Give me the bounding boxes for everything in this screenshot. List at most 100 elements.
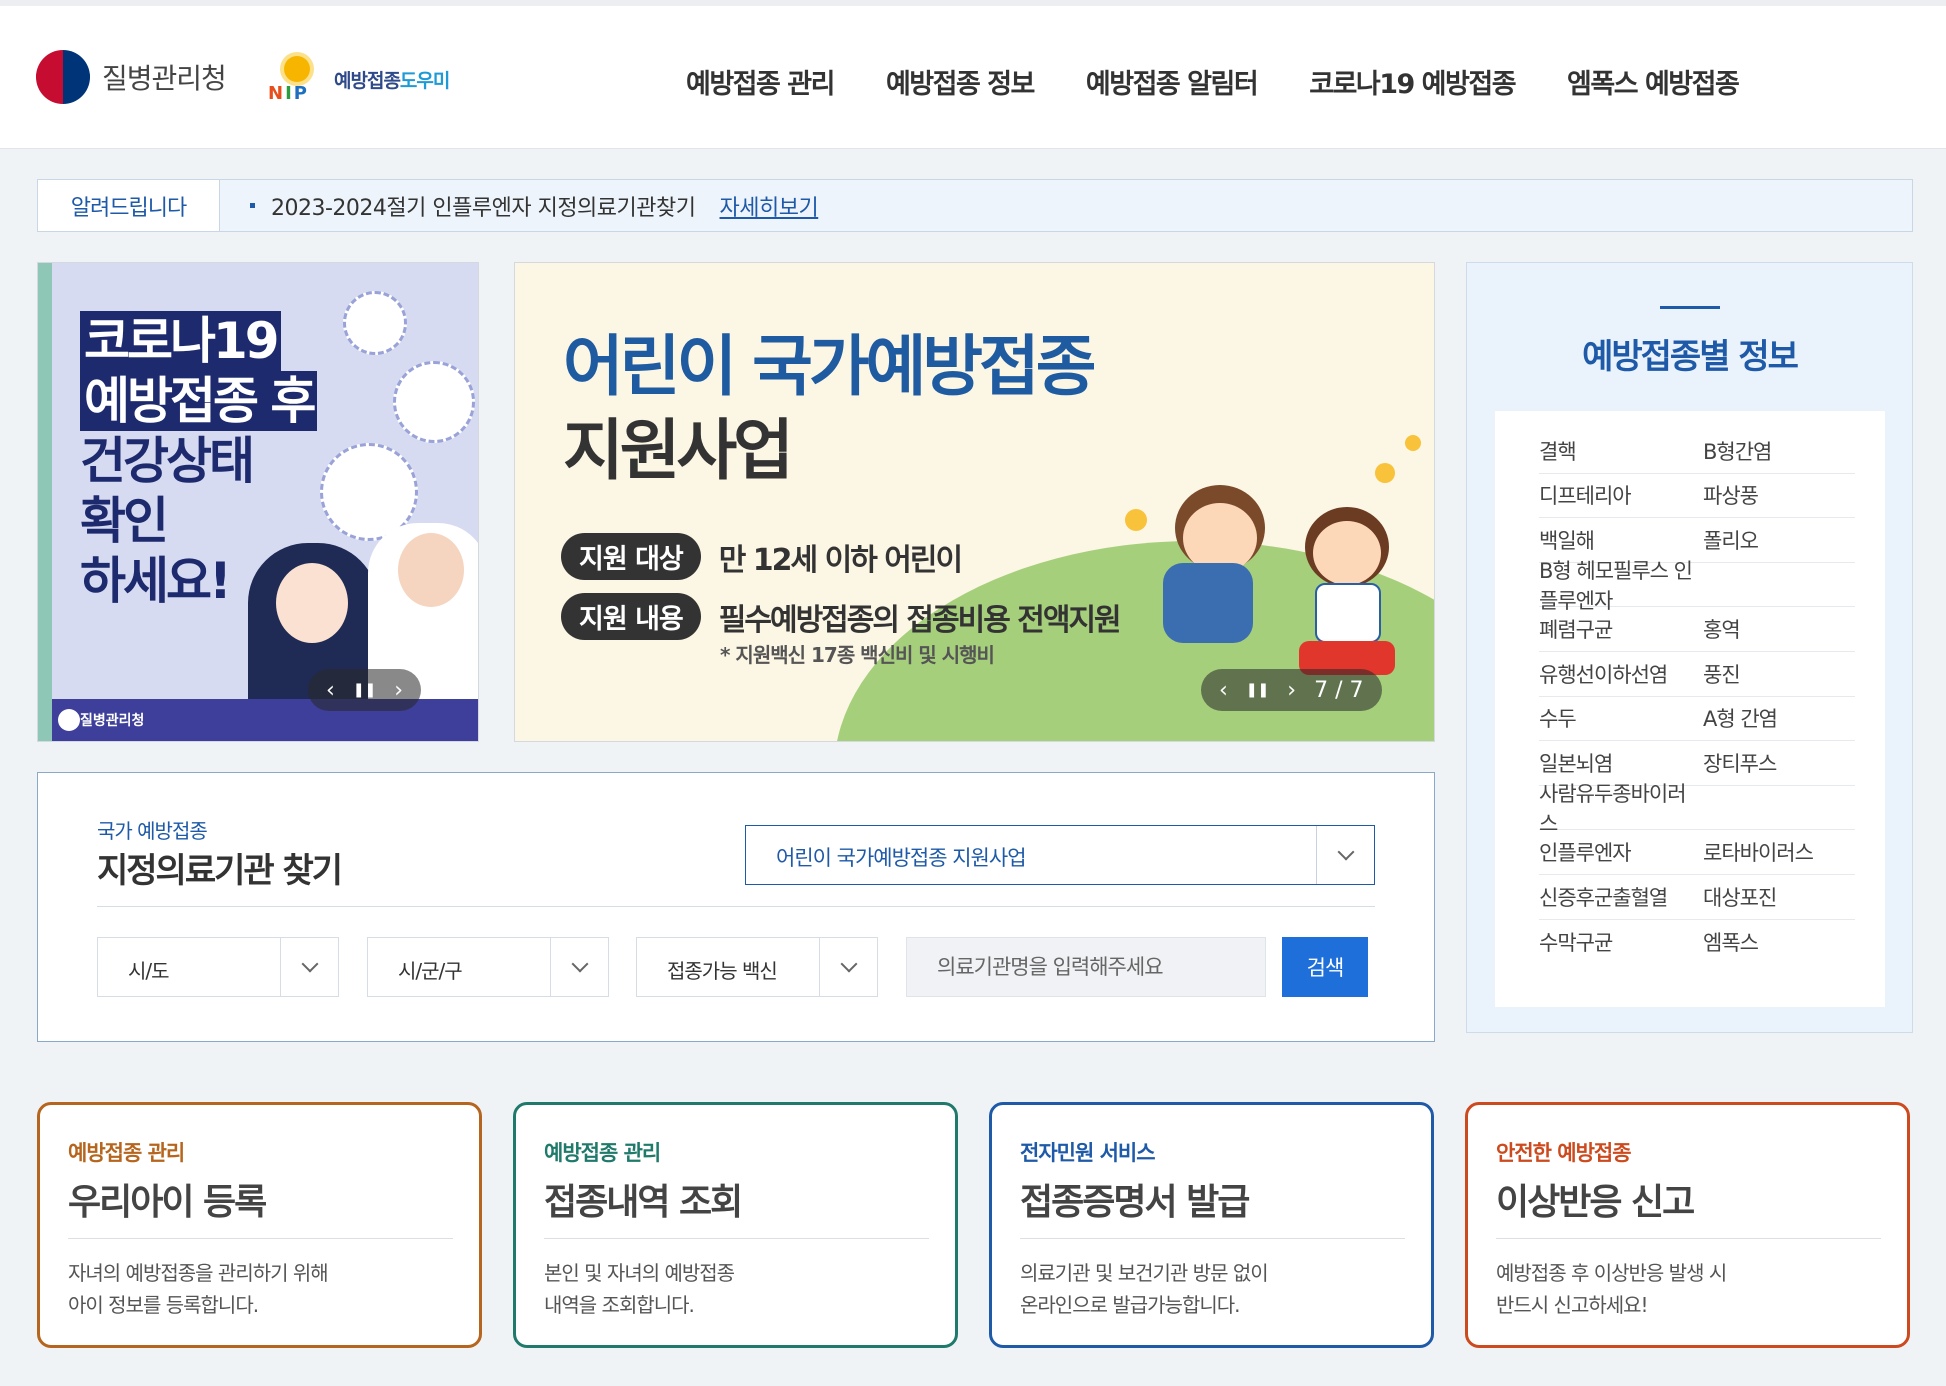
card-adverse-reaction-report[interactable]: 안전한 예방접종 이상반응 신고 예방접종 후 이상반응 발생 시 반드시 신고… bbox=[1465, 1102, 1910, 1348]
covid-banner[interactable]: 코로나19 예방접종 후 건강상태 확인 하세요! 질병관리청 ‹ ❚❚ › bbox=[37, 262, 479, 742]
doctor-face-illustration bbox=[398, 533, 464, 607]
banner-note: * 지원백신 17종 백신비 및 시행비 bbox=[720, 643, 995, 667]
vaccine-link[interactable]: 백일해 bbox=[1539, 525, 1703, 555]
next-icon[interactable]: › bbox=[1287, 678, 1296, 703]
kdca-footer-text: 질병관리청 bbox=[80, 713, 145, 729]
banner-title: 어린이 국가예방접종 지원사업 bbox=[563, 328, 1096, 489]
support-content-value: 필수예방접종의 접종비용 전액지원 bbox=[718, 602, 1122, 638]
kdca-logo-text: 질병관리청 bbox=[102, 62, 227, 95]
covid-banner-controls: ‹ ❚❚ › bbox=[308, 669, 422, 711]
patient-face-illustration bbox=[276, 563, 348, 643]
flower-icon bbox=[1375, 463, 1395, 483]
card-subtitle: 안전한 예방접종 bbox=[1496, 1141, 1632, 1165]
vaccine-link[interactable]: 수막구균 bbox=[1539, 927, 1703, 957]
finder-subtitle: 국가 예방접종 bbox=[97, 819, 208, 843]
vaccine-row: 유행선이하선염 풍진 bbox=[1539, 652, 1855, 697]
notice-bar: 알려드립니다 2023-2024절기 인플루엔자 지정의료기관찾기 자세히보기 bbox=[37, 179, 1913, 232]
slide-counter: 7 / 7 bbox=[1314, 677, 1364, 703]
vaccine-list: 결핵 B형간염 디프테리아 파상풍 백일해 폴리오 B형 헤모필루스 인플루엔자 폐렴구균 홍역… bbox=[1495, 411, 1885, 1007]
vaccine-link[interactable]: 수두 bbox=[1539, 703, 1703, 733]
search-button[interactable]: 검색 bbox=[1282, 937, 1368, 997]
card-description: 본인 및 자녀의 예방접종 내역을 조회합니다. bbox=[544, 1261, 735, 1317]
finder-title: 지정의료기관 찾기 bbox=[97, 851, 343, 891]
notice-text[interactable]: 2023-2024절기 인플루엔자 지정의료기관찾기 bbox=[271, 190, 696, 222]
clinic-name-input[interactable] bbox=[906, 937, 1266, 997]
person-illustration-icon bbox=[343, 291, 407, 355]
vaccine-link[interactable]: B형간염 bbox=[1703, 436, 1772, 466]
support-target-row: 지원 대상 만 12세 이하 어린이 bbox=[561, 533, 963, 580]
flower-icon bbox=[1405, 435, 1421, 451]
patient-illustration-icon bbox=[393, 361, 475, 443]
card-subtitle: 예방접종 관리 bbox=[68, 1141, 185, 1165]
flower-icon bbox=[1125, 509, 1147, 531]
vaccine-link[interactable]: 일본뇌염 bbox=[1539, 748, 1703, 778]
card-description: 자녀의 예방접종을 관리하기 위해 아이 정보를 등록합니다. bbox=[68, 1261, 329, 1317]
card-title: 접종증명서 발급 bbox=[1020, 1182, 1250, 1223]
banner-slide-controls: ‹ ❚❚ › 7 / 7 bbox=[1201, 669, 1382, 711]
program-select[interactable]: 어린이 국가예방접종 지원사업 bbox=[745, 825, 1375, 885]
vaccine-link[interactable]: 신증후군출혈열 bbox=[1539, 882, 1703, 912]
vaccine-link[interactable]: 엠폭스 bbox=[1703, 927, 1759, 957]
vaccine-link[interactable]: A형 간염 bbox=[1703, 703, 1778, 733]
next-icon[interactable]: › bbox=[394, 678, 403, 703]
chevron-down-icon bbox=[819, 938, 877, 996]
chevron-down-icon bbox=[550, 938, 608, 996]
vaccine-link[interactable]: 폴리오 bbox=[1703, 525, 1759, 555]
vaccine-link[interactable]: 장티푸스 bbox=[1703, 748, 1777, 778]
sido-select[interactable]: 시/도 bbox=[97, 937, 339, 997]
vaccine-row: B형 헤모필루스 인플루엔자 bbox=[1539, 559, 1855, 613]
vaccine-link[interactable]: 홍역 bbox=[1703, 614, 1741, 644]
site-header: 질병관리청 NIP 예방접종도우미 예방접종 관리 예방접종 정보 예방접종 알… bbox=[0, 0, 1946, 149]
vaccine-link[interactable]: 사람유두종바이러스 bbox=[1539, 778, 1703, 838]
nav-mpox-vaccination[interactable]: 엠폭스 예방접종 bbox=[1567, 62, 1740, 101]
nav-vaccination-news[interactable]: 예방접종 알림터 bbox=[1086, 62, 1259, 101]
card-certificate-issue[interactable]: 전자민원 서비스 접종증명서 발급 의료기관 및 보건기관 방문 없이 온라인으… bbox=[989, 1102, 1434, 1348]
bullet-icon bbox=[250, 203, 255, 208]
vaccine-row: 디프테리아 파상풍 bbox=[1539, 474, 1855, 519]
kdca-logo[interactable]: 질병관리청 bbox=[36, 50, 227, 104]
sigungu-select[interactable]: 시/군/구 bbox=[367, 937, 609, 997]
card-subtitle: 전자민원 서비스 bbox=[1020, 1141, 1156, 1165]
vaccine-row: 사람유두종바이러스 bbox=[1539, 782, 1855, 836]
notice-detail-link[interactable]: 자세히보기 bbox=[720, 190, 819, 222]
card-subtitle: 예방접종 관리 bbox=[544, 1141, 661, 1165]
prev-icon[interactable]: ‹ bbox=[326, 678, 335, 703]
vaccine-info-title: 예방접종별 정보 bbox=[1582, 337, 1799, 377]
vaccine-select[interactable]: 접종가능 백신 bbox=[636, 937, 878, 997]
card-vaccination-history[interactable]: 예방접종 관리 접종내역 조회 본인 및 자녀의 예방접종 내역을 조회합니다. bbox=[513, 1102, 958, 1348]
card-title: 이상반응 신고 bbox=[1496, 1182, 1695, 1223]
nav-covid19-vaccination[interactable]: 코로나19 예방접종 bbox=[1309, 62, 1516, 101]
support-content-row: 지원 내용 필수예방접종의 접종비용 전액지원 bbox=[561, 593, 1122, 640]
vaccine-row: 결핵 B형간염 bbox=[1539, 429, 1855, 474]
vaccine-link[interactable]: 인플루엔자 bbox=[1539, 837, 1703, 867]
nav-vaccination-management[interactable]: 예방접종 관리 bbox=[686, 62, 835, 101]
support-target-label: 지원 대상 bbox=[561, 533, 701, 580]
card-title: 우리아이 등록 bbox=[68, 1182, 267, 1223]
support-content-label: 지원 내용 bbox=[561, 593, 701, 640]
vaccine-link[interactable]: 파상풍 bbox=[1703, 480, 1759, 510]
chevron-down-icon bbox=[280, 938, 338, 996]
vaccine-link[interactable]: 폐렴구균 bbox=[1539, 614, 1703, 644]
chevron-down-icon bbox=[1316, 826, 1374, 884]
vaccine-link[interactable]: 결핵 bbox=[1539, 436, 1703, 466]
vaccine-link[interactable]: 로타바이러스 bbox=[1703, 837, 1814, 867]
taegeuk-icon bbox=[36, 50, 90, 104]
nip-logo-text: 예방접종도우미 bbox=[334, 69, 450, 92]
vaccine-link[interactable]: 유행선이하선염 bbox=[1539, 659, 1703, 689]
main-nav: 예방접종 관리 예방접종 정보 예방접종 알림터 코로나19 예방접종 엠폭스 … bbox=[686, 62, 1740, 101]
card-description: 예방접종 후 이상반응 발생 시 반드시 신고하세요! bbox=[1496, 1261, 1727, 1317]
vaccine-row: 신증후군출혈열 대상포진 bbox=[1539, 875, 1855, 920]
card-child-registration[interactable]: 예방접종 관리 우리아이 등록 자녀의 예방접종을 관리하기 위해 아이 정보를… bbox=[37, 1102, 482, 1348]
clinic-finder: 국가 예방접종 지정의료기관 찾기 어린이 국가예방접종 지원사업 시/도 시/… bbox=[37, 772, 1435, 1042]
prev-icon[interactable]: ‹ bbox=[1219, 678, 1228, 703]
nav-vaccination-info[interactable]: 예방접종 정보 bbox=[886, 62, 1035, 101]
vaccine-link[interactable]: 풍진 bbox=[1703, 659, 1741, 689]
notice-label: 알려드립니다 bbox=[38, 180, 220, 231]
vaccine-link[interactable]: 디프테리아 bbox=[1539, 480, 1703, 510]
child-vaccination-banner[interactable]: 어린이 국가예방접종 지원사업 지원 대상 만 12세 이하 어린이 지원 내용… bbox=[514, 262, 1435, 742]
nip-logo[interactable]: NIP 예방접종도우미 bbox=[268, 54, 450, 104]
vaccine-link[interactable]: B형 헤모필루스 인플루엔자 bbox=[1539, 555, 1703, 615]
vaccine-link[interactable]: 대상포진 bbox=[1703, 882, 1777, 912]
pause-icon[interactable]: ❚❚ bbox=[353, 682, 376, 698]
pause-icon[interactable]: ❚❚ bbox=[1246, 682, 1269, 698]
